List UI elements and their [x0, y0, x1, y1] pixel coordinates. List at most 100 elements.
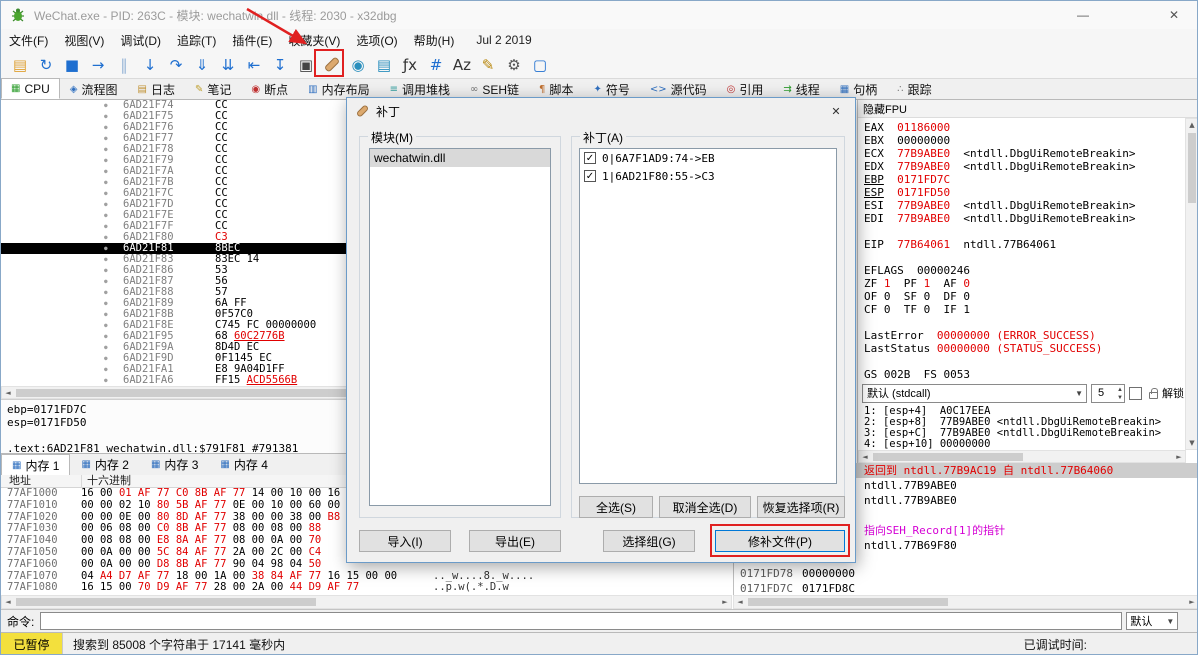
command-input[interactable]: [40, 612, 1123, 630]
step-into-icon[interactable]: ↓: [137, 52, 163, 78]
stack-horizontal-scrollbar[interactable]: ◄ ►: [733, 595, 1197, 609]
scroll-left-arrow[interactable]: ◄: [859, 451, 871, 463]
patch-item[interactable]: ✓ 0|6A7F1AD9:74->EB: [580, 149, 836, 167]
display-icon[interactable]: ▢: [527, 52, 553, 78]
memory-tab-1[interactable]: ▦ 内存 1: [1, 454, 71, 475]
open-file-icon[interactable]: ▤: [7, 52, 33, 78]
menu-item-file[interactable]: 文件(F): [1, 29, 56, 51]
registers-vertical-scrollbar[interactable]: ▲ ▼: [1185, 118, 1197, 450]
stack-row[interactable]: 0171FD7C 0171FD8C: [734, 581, 1197, 595]
stepper-arrows-icon[interactable]: ▲ ▼: [1117, 386, 1123, 402]
tab-references[interactable]: ◎ 引用: [717, 79, 774, 99]
run-icon[interactable]: →: [85, 52, 111, 78]
breakpoint-dot[interactable]: ●: [104, 265, 116, 276]
memory-row[interactable]: 77AF1080 16 15 00 70 D9 AF 77 28 00 2A 00…: [1, 581, 732, 594]
restart-icon[interactable]: ↻: [33, 52, 59, 78]
memory-tab-3[interactable]: ▦ 内存 3: [140, 454, 209, 475]
breakpoint-dot[interactable]: ●: [104, 111, 116, 122]
strings-icon[interactable]: Az: [449, 52, 475, 78]
compare-icon[interactable]: ◉: [345, 52, 371, 78]
register-row[interactable]: [864, 355, 1185, 368]
pause-icon[interactable]: ‖: [111, 52, 137, 78]
menu-item-debug[interactable]: 调试(D): [112, 29, 169, 51]
breakpoint-dot[interactable]: ●: [104, 199, 116, 210]
breakpoint-dot[interactable]: ●: [104, 353, 116, 364]
step-over-icon[interactable]: ↷: [163, 52, 189, 78]
report-icon[interactable]: ▤: [371, 52, 397, 78]
registers-horizontal-scrollbar[interactable]: ◄ ►: [858, 450, 1186, 463]
breakpoint-dot[interactable]: ●: [104, 375, 116, 386]
register-row[interactable]: EBX 00000000: [864, 134, 1185, 147]
register-row[interactable]: EIP 77B64061 ntdll.77B64061: [864, 238, 1185, 251]
deselect-all-button[interactable]: 取消全选(D): [659, 496, 751, 518]
execute-till-return-icon[interactable]: ⇤: [241, 52, 267, 78]
scroll-up-arrow[interactable]: ▲: [1186, 119, 1197, 131]
breakpoint-dot[interactable]: ●: [104, 276, 116, 287]
tab-script[interactable]: ¶ 脚本: [529, 79, 583, 99]
tab-breakpoints[interactable]: ◉ 断点: [241, 79, 298, 99]
breakpoint-dot[interactable]: ●: [104, 254, 116, 265]
fx-icon[interactable]: ƒx: [397, 52, 423, 78]
register-row[interactable]: LastStatus 00000000 (STATUS_SUCCESS): [864, 342, 1185, 355]
register-row[interactable]: [864, 316, 1185, 329]
breakpoint-dot[interactable]: ●: [104, 133, 116, 144]
patch-checkbox[interactable]: ✓: [584, 170, 596, 182]
memory-tab-2[interactable]: ▦ 内存 2: [70, 454, 139, 475]
register-row[interactable]: ECX 77B9ABE0 <ntdll.DbgUiRemoteBreakin>: [864, 147, 1185, 160]
menu-item-trace[interactable]: 追踪(T): [169, 29, 224, 51]
stop-icon[interactable]: ■: [59, 52, 85, 78]
menu-item-help[interactable]: 帮助(H): [406, 29, 463, 51]
export-button[interactable]: 导出(E): [469, 530, 561, 552]
minimize-button[interactable]: —: [1060, 1, 1106, 29]
breakpoint-dot[interactable]: ●: [104, 232, 116, 243]
scroll-right-arrow[interactable]: ►: [1186, 596, 1197, 608]
menu-item-view[interactable]: 视图(V): [56, 29, 112, 51]
register-row[interactable]: [864, 251, 1185, 264]
register-row[interactable]: ZF 1 PF 1 AF 0: [864, 277, 1185, 290]
breakpoint-dot[interactable]: ●: [104, 100, 116, 111]
breakpoint-dot[interactable]: ●: [104, 331, 116, 342]
tab-memory-map[interactable]: ▥ 内存布局: [298, 79, 379, 99]
import-button[interactable]: 导入(I): [359, 530, 451, 552]
breakpoint-dot[interactable]: ●: [104, 298, 116, 309]
command-profile-select[interactable]: 默认 ▼: [1126, 612, 1179, 630]
breakpoint-dot[interactable]: ●: [104, 320, 116, 331]
breakpoint-dot[interactable]: ●: [104, 342, 116, 353]
scroll-left-arrow[interactable]: ◄: [2, 387, 14, 399]
tab-graph[interactable]: ◈ 流程图: [60, 79, 128, 99]
calling-convention-select[interactable]: 默认 (stdcall) ▼: [862, 383, 1087, 403]
notes-icon[interactable]: ✎: [475, 52, 501, 78]
module-list[interactable]: wechatwin.dll: [369, 148, 551, 506]
tab-call-stack[interactable]: ≡ 调用堆栈: [380, 79, 460, 99]
unlock-checkbox[interactable]: [1129, 386, 1142, 400]
trace-over-icon[interactable]: ⇊: [215, 52, 241, 78]
tab-source[interactable]: <> 源代码: [640, 79, 717, 99]
tab-trace[interactable]: ∴ 跟踪: [887, 79, 941, 99]
breakpoint-dot[interactable]: ●: [104, 122, 116, 133]
tab-handles[interactable]: ▦ 句柄: [830, 79, 887, 99]
scroll-down-arrow[interactable]: ▼: [1186, 437, 1197, 449]
scroll-thumb[interactable]: [1188, 133, 1196, 203]
breakpoint-dot[interactable]: ●: [104, 155, 116, 166]
register-row[interactable]: OF 0 SF 0 DF 0: [864, 290, 1185, 303]
tab-cpu[interactable]: ▦ CPU: [1, 78, 60, 99]
register-row[interactable]: EDX 77B9ABE0 <ntdll.DbgUiRemoteBreakin>: [864, 160, 1185, 173]
menu-item-options[interactable]: 选项(O): [348, 29, 405, 51]
breakpoint-dot[interactable]: ●: [104, 144, 116, 155]
scroll-thumb[interactable]: [748, 598, 948, 606]
pick-groups-button[interactable]: 选择组(G): [603, 530, 695, 552]
patch-dialog-titlebar[interactable]: 补丁 ✕: [347, 98, 855, 124]
scroll-left-arrow[interactable]: ◄: [2, 596, 14, 608]
tab-log[interactable]: ▤ 日志: [128, 79, 185, 99]
select-all-button[interactable]: 全选(S): [579, 496, 653, 518]
tab-seh[interactable]: ∞ SEH链: [460, 79, 529, 99]
patch-checkbox[interactable]: ✓: [584, 152, 596, 164]
breakpoint-dot[interactable]: ●: [104, 166, 116, 177]
breakpoint-dot[interactable]: ●: [104, 221, 116, 232]
scroll-left-arrow[interactable]: ◄: [734, 596, 746, 608]
scroll-right-arrow[interactable]: ►: [1173, 451, 1185, 463]
register-row[interactable]: ESI 77B9ABE0 <ntdll.DbgUiRemoteBreakin>: [864, 199, 1185, 212]
scroll-thumb[interactable]: [16, 389, 376, 397]
register-row[interactable]: EDI 77B9ABE0 <ntdll.DbgUiRemoteBreakin>: [864, 212, 1185, 225]
run-to-user-code-icon[interactable]: ↧: [267, 52, 293, 78]
